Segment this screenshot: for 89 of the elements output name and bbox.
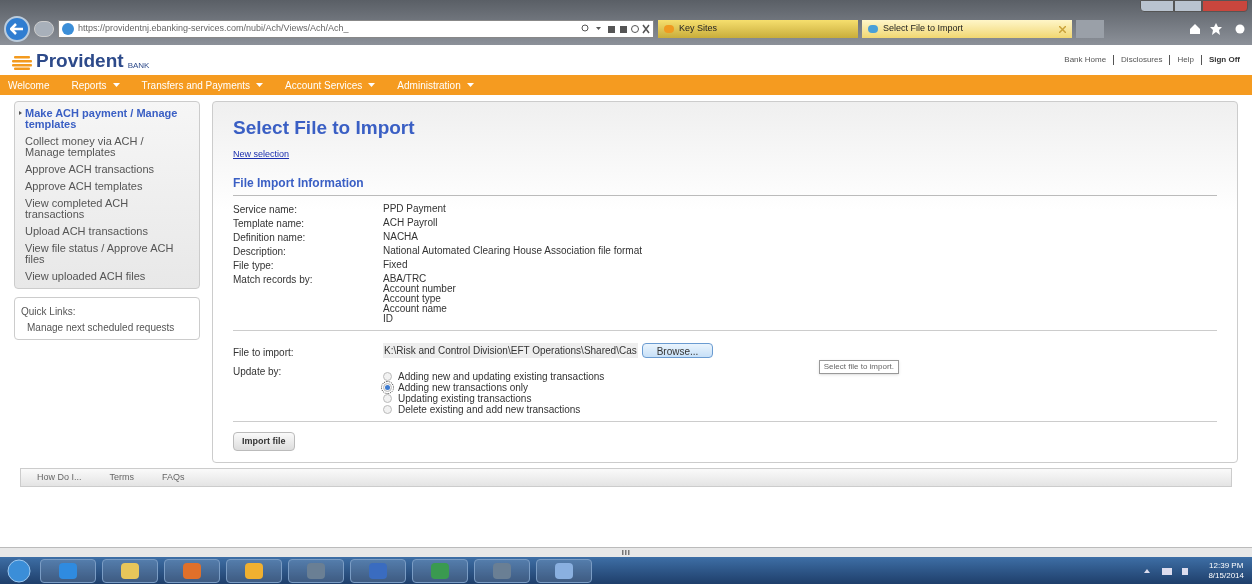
sidebar-item[interactable]: Approve ACH transactions bbox=[21, 164, 193, 175]
option-label: Delete existing and add new transactions bbox=[398, 403, 581, 415]
sidebar-item[interactable]: View uploaded ACH files bbox=[21, 271, 193, 282]
tab-icon bbox=[664, 25, 674, 33]
field-label: Definition name: bbox=[233, 231, 307, 243]
field-label: File type: bbox=[233, 259, 275, 271]
field-label: File to import: bbox=[233, 345, 295, 360]
sidebar-item[interactable]: Approve ACH templates bbox=[21, 181, 193, 192]
field-value: PPD Payment bbox=[383, 203, 446, 214]
taskbar-app-button[interactable] bbox=[350, 558, 406, 583]
clock-date: 8/15/2014 bbox=[1208, 570, 1244, 581]
taskbar-app-button[interactable] bbox=[164, 558, 220, 583]
field-value: ABA/TRC bbox=[383, 273, 428, 284]
header-link[interactable]: Sign Off bbox=[1208, 54, 1240, 66]
sidebar-item[interactable]: Upload ACH transactions bbox=[21, 226, 193, 237]
import-file-button[interactable]: Import file bbox=[233, 431, 295, 451]
field-label: Description: bbox=[233, 245, 287, 257]
clock-time: 12:39 PM bbox=[1209, 560, 1244, 571]
taskbar-app-button[interactable] bbox=[226, 558, 282, 583]
forward-button[interactable] bbox=[34, 21, 54, 37]
footer-link[interactable]: FAQs bbox=[162, 470, 185, 485]
start-button-icon[interactable] bbox=[4, 558, 34, 583]
scroll-grip-icon bbox=[622, 550, 630, 555]
app-icon bbox=[369, 562, 387, 579]
header-link[interactable]: Disclosures bbox=[1121, 54, 1163, 66]
logo-icon bbox=[12, 55, 32, 70]
browse-button[interactable]: Browse... bbox=[641, 342, 714, 358]
footer-link[interactable]: How Do I... bbox=[37, 470, 82, 485]
header-link[interactable]: Bank Home bbox=[1064, 54, 1107, 66]
header-link[interactable]: Help bbox=[1177, 54, 1194, 66]
radio-button[interactable] bbox=[383, 393, 392, 403]
app-icon bbox=[555, 562, 573, 579]
field-label: Update by: bbox=[233, 364, 283, 379]
field-value: Account type bbox=[383, 293, 442, 304]
file-path-field[interactable]: K:\Risk and Control Division\EFT Operations\Shared\Cas bbox=[383, 342, 638, 358]
quick-links-title: Quick Links: bbox=[21, 305, 77, 319]
taskbar-app-button[interactable] bbox=[536, 558, 592, 583]
radio-button[interactable] bbox=[383, 404, 392, 414]
field-value: NACHA bbox=[383, 231, 418, 242]
sidebar-item[interactable]: View file status / Approve ACH files bbox=[21, 243, 193, 265]
app-icon bbox=[59, 562, 77, 579]
app-icon bbox=[183, 562, 201, 579]
taskbar-app-button[interactable] bbox=[102, 558, 158, 583]
field-value: Fixed bbox=[383, 259, 408, 270]
option-label: Adding new and updating existing transactions bbox=[398, 370, 605, 382]
sidebar-item[interactable]: View completed ACH transactions bbox=[21, 198, 193, 220]
logo-text: Provident bbox=[36, 50, 124, 70]
section-title: File Import Information bbox=[233, 173, 1217, 196]
taskbar-app-button[interactable] bbox=[412, 558, 468, 583]
option-label: Adding new transactions only bbox=[398, 381, 529, 393]
field-value: ID bbox=[383, 313, 394, 324]
app-icon bbox=[431, 562, 449, 579]
address-bar[interactable]: https://providentnj.ebanking-services.com/nubi/Ach/Views/Ach/Ach_ bbox=[58, 20, 654, 38]
logo-suffix: BANK bbox=[127, 61, 150, 70]
sidebar-item[interactable]: Collect money via ACH / Manage templates bbox=[21, 136, 193, 158]
url-text: https://providentnj.ebanking-services.com/nubi/Ach/Views/Ach/Ach_ bbox=[78, 22, 350, 36]
app-icon bbox=[493, 562, 511, 579]
tooltip: Select file to import. bbox=[818, 359, 899, 374]
field-label: Match records by: bbox=[233, 273, 314, 287]
field-value: National Automated Clearing House Association file format bbox=[383, 245, 643, 256]
field-label: Service name: bbox=[233, 203, 298, 215]
field-value: Account name bbox=[383, 303, 448, 314]
horizontal-scrollbar[interactable] bbox=[0, 547, 1252, 557]
taskbar-app-button[interactable] bbox=[288, 558, 344, 583]
radio-button[interactable] bbox=[383, 382, 392, 392]
option-label: Updating existing transactions bbox=[398, 392, 532, 404]
app-icon bbox=[121, 562, 139, 579]
footer-link[interactable]: Terms bbox=[109, 470, 134, 485]
quick-link[interactable]: Manage next scheduled requests bbox=[21, 323, 193, 333]
tab-icon bbox=[868, 25, 878, 33]
page-icon bbox=[62, 23, 74, 35]
restore-button[interactable] bbox=[1174, 0, 1202, 12]
sidebar-item[interactable]: Make ACH payment / Manage templates bbox=[21, 108, 193, 130]
browser-tab[interactable]: Key Sites bbox=[658, 20, 858, 38]
browser-tab[interactable]: Select File to Import bbox=[862, 20, 1072, 38]
field-value: Account number bbox=[383, 283, 456, 294]
taskbar-app-button[interactable] bbox=[40, 558, 96, 583]
field-value: ACH Payroll bbox=[383, 217, 438, 228]
minimize-button[interactable] bbox=[1140, 0, 1174, 12]
taskbar-app-button[interactable] bbox=[474, 558, 530, 583]
new-selection-link[interactable]: New selection bbox=[233, 148, 290, 159]
app-icon bbox=[245, 562, 263, 579]
field-label: Template name: bbox=[233, 217, 306, 229]
tab-close-icon[interactable] bbox=[1059, 25, 1066, 33]
back-arrow-icon bbox=[10, 23, 24, 35]
back-button[interactable] bbox=[4, 16, 30, 42]
radio-button[interactable] bbox=[383, 371, 392, 381]
app-icon bbox=[307, 562, 325, 579]
page-title: Select File to Import bbox=[233, 116, 416, 140]
